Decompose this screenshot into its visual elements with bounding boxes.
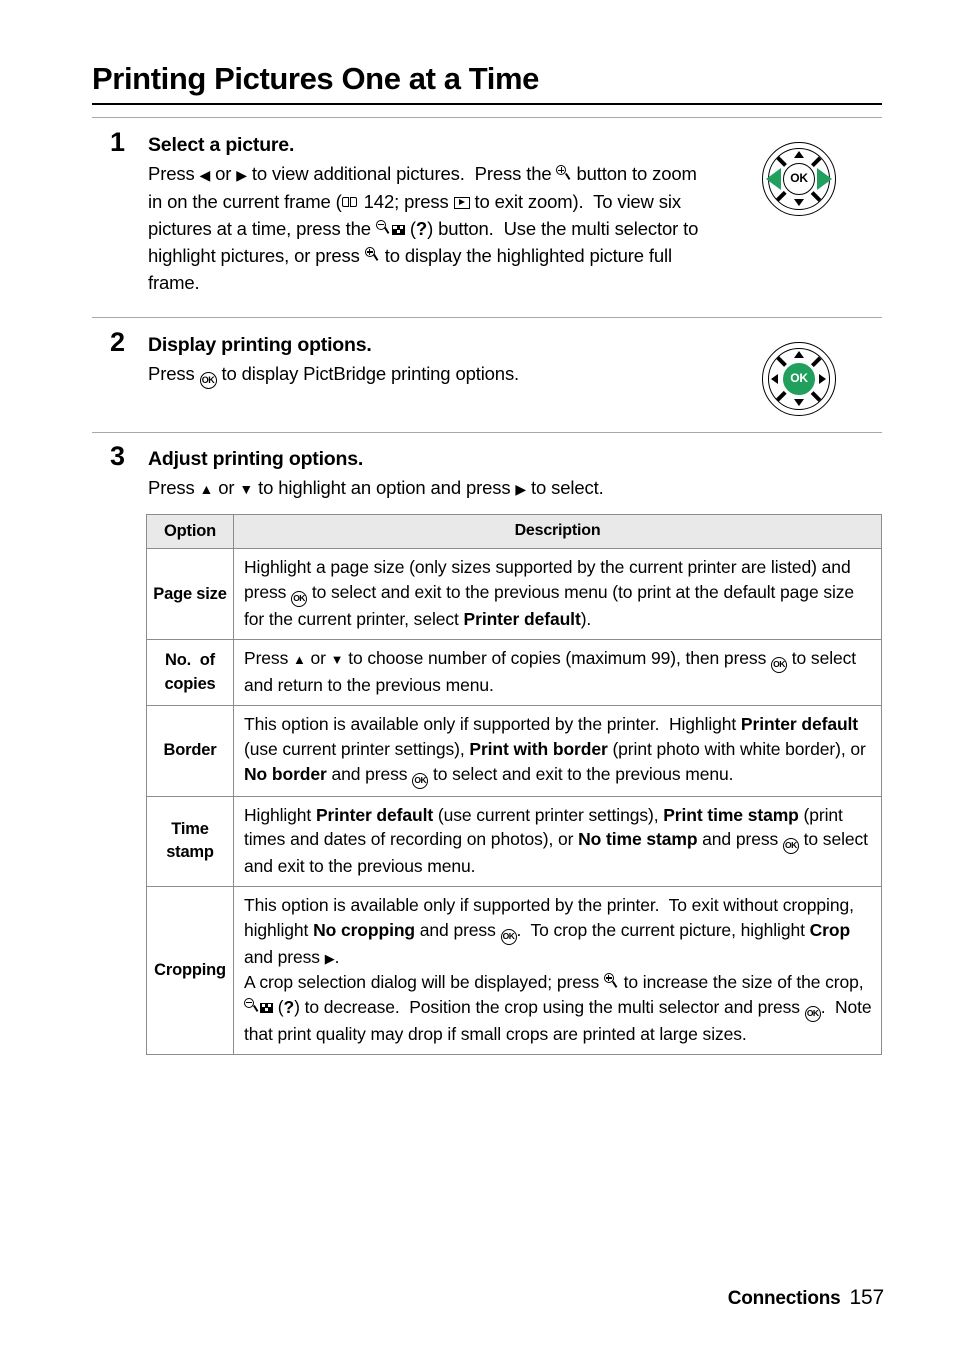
dial-left-arrow-icon-2 xyxy=(771,373,778,384)
document-page: Printing Pictures One at a Time 1 Select… xyxy=(0,0,954,1352)
right-arrow-icon xyxy=(236,165,247,186)
option-description-time-stamp: Highlight Printer default (use current p… xyxy=(233,795,882,888)
ok-button-icon: OK xyxy=(771,657,787,674)
footer-page-number: 157 xyxy=(849,1286,885,1309)
rule-above-step-2 xyxy=(92,317,882,318)
page-title-wrapper: Printing Pictures One at a Time xyxy=(92,61,882,106)
dial-up-arrow-icon xyxy=(793,151,804,158)
printing-options-table: Option Description Page size Highlight a… xyxy=(146,513,882,1055)
ok-button-icon: OK xyxy=(782,838,799,855)
table-row-border: Border This option is available only if … xyxy=(146,704,882,797)
step-1-heading: Select a picture. xyxy=(148,134,295,156)
page-title: Printing Pictures One at a Time xyxy=(92,61,882,106)
step-2-heading: Display printing options. xyxy=(148,334,372,356)
zoom-in-icon xyxy=(556,165,571,182)
zoom-in-icon xyxy=(603,973,619,990)
step-1-number: 1 xyxy=(110,127,126,157)
option-label-time-stamp: Time stamp xyxy=(146,795,234,888)
right-arrow-icon-2 xyxy=(515,479,526,500)
zoom-out-icon xyxy=(375,219,391,237)
step-2-number: 2 xyxy=(110,327,126,357)
dial-ok-button: OK xyxy=(783,163,815,195)
ok-button-icon: OK xyxy=(199,372,217,390)
ok-button-icon: OK xyxy=(291,591,308,608)
option-description-no-of-copies: Press or to choose number of copies (max… xyxy=(233,639,882,706)
rule-above-step-3 xyxy=(92,432,882,433)
thumbnail-icon xyxy=(391,224,405,235)
page-reference-142: 142 xyxy=(363,190,395,212)
ok-button-icon: OK xyxy=(412,772,429,789)
step-2-text: Press OK to display PictBridge printing … xyxy=(148,360,702,390)
table-header-row: Option Description xyxy=(146,513,882,550)
dial-right-arrow-icon-2 xyxy=(819,373,826,384)
footer-chapter: Connections xyxy=(727,1288,841,1309)
step-3: 3 Adjust printing options. Press or to h… xyxy=(92,443,882,502)
table-row-page-size: Page size Highlight a page size (only si… xyxy=(146,548,882,641)
table-row-no-of-copies: No. ofcopies Press or to choose number o… xyxy=(146,639,882,706)
column-header-option: Option xyxy=(146,513,234,550)
step-3-body: Adjust printing options. Press or to hig… xyxy=(148,447,882,502)
dial-ok-button-highlighted: OK xyxy=(783,363,815,395)
step-1-text: Press or to view additional pictures. Pr… xyxy=(148,160,702,296)
down-arrow-icon xyxy=(331,651,344,669)
dial-left-arrow-highlighted-icon xyxy=(765,168,781,190)
option-description-cropping: This option is available only if support… xyxy=(233,886,882,1055)
up-arrow-icon xyxy=(293,651,306,669)
table-row-cropping: Cropping This option is available only i… xyxy=(146,886,882,1055)
left-arrow-icon xyxy=(200,165,211,186)
step-3-text: Press or to highlight an option and pres… xyxy=(148,474,882,501)
page-footer: Connections 157 xyxy=(727,1286,885,1310)
option-description-border: This option is available only if support… xyxy=(233,704,882,797)
column-header-description: Description xyxy=(233,513,882,550)
dial-down-arrow-icon xyxy=(793,199,804,206)
zoom-in-icon-2 xyxy=(364,246,380,264)
rule-above-step-1 xyxy=(92,117,882,118)
option-label-no-of-copies: No. of copies xyxy=(146,639,234,706)
step-3-number: 3 xyxy=(110,441,126,471)
up-arrow-icon xyxy=(200,479,214,500)
table-row-time-stamp: Time stamp Highlight Printer default (use… xyxy=(146,795,882,888)
right-arrow-icon xyxy=(325,950,335,968)
option-label-page-size: Page size xyxy=(146,548,234,641)
multi-selector-diagram-left-right: OK xyxy=(762,142,836,216)
thumbnail-icon xyxy=(260,1002,273,1013)
zoom-out-icon xyxy=(244,997,259,1015)
book-reference-icon xyxy=(342,196,359,209)
option-label-border: Border xyxy=(146,704,234,797)
dial-down-arrow-icon-2 xyxy=(793,399,804,406)
ok-button-icon: OK xyxy=(500,929,517,946)
dial-right-arrow-highlighted-icon xyxy=(817,168,832,190)
step-3-heading: Adjust printing options. xyxy=(148,448,364,470)
option-label-cropping: Cropping xyxy=(146,886,234,1055)
down-arrow-icon xyxy=(239,479,253,500)
dial-up-arrow-icon-2 xyxy=(793,351,804,358)
multi-selector-diagram-ok: OK xyxy=(762,342,836,416)
option-description-page-size: Highlight a page size (only sizes suppor… xyxy=(233,548,882,641)
ok-button-icon: OK xyxy=(804,1005,821,1022)
playback-icon xyxy=(453,196,470,209)
